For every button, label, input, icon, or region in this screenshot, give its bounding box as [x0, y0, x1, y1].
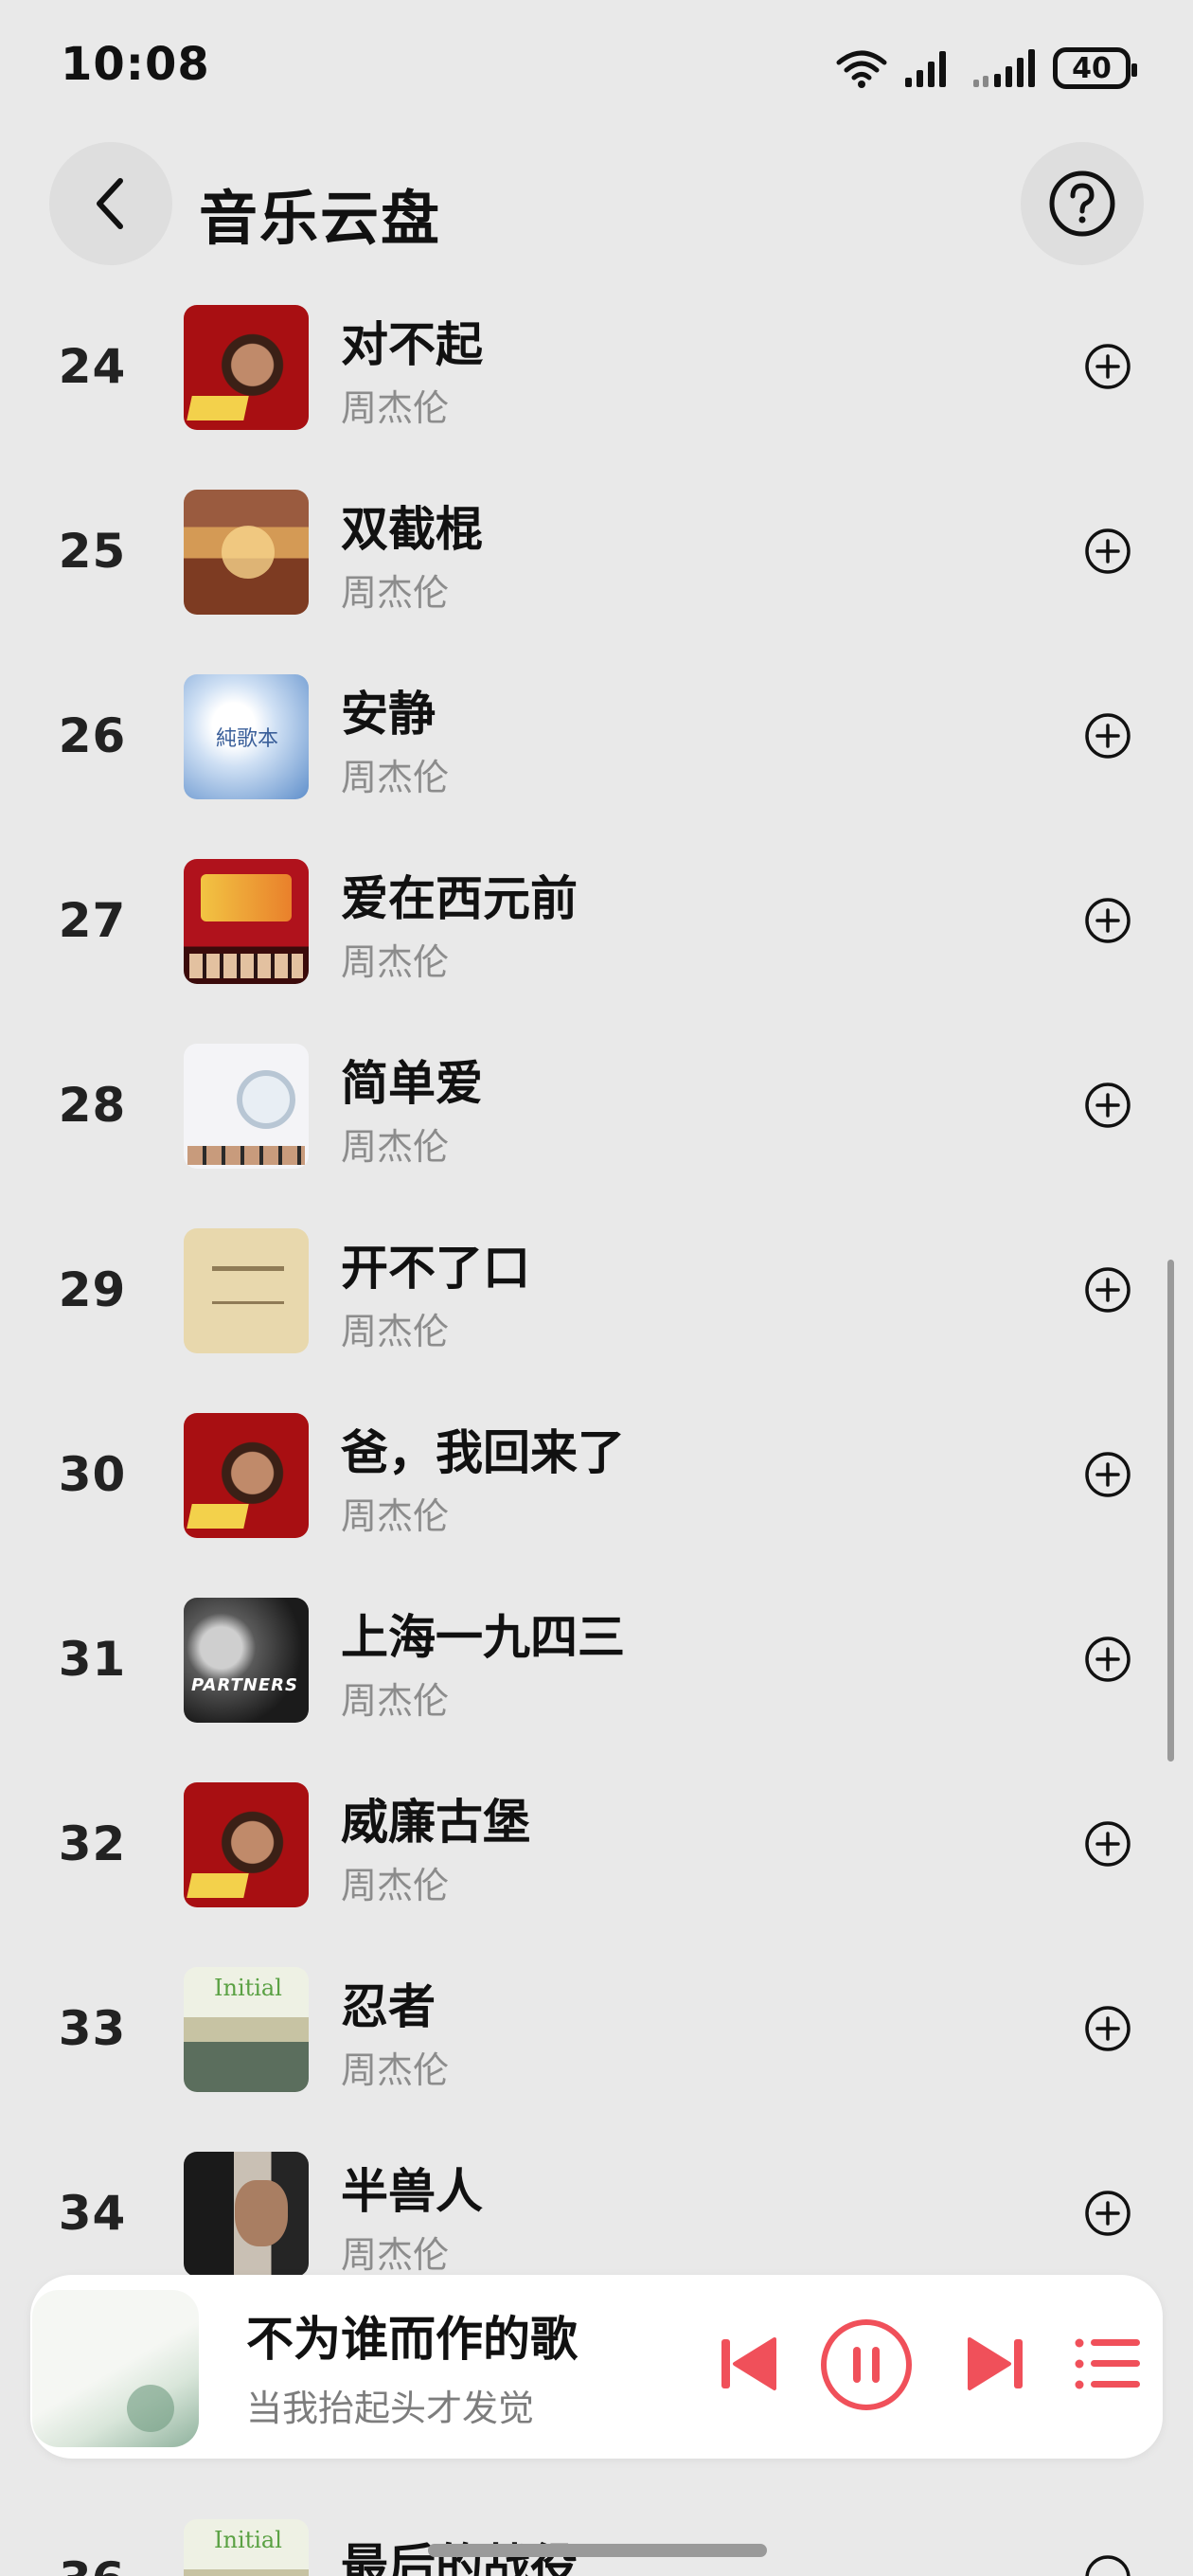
song-index: 24 [58, 339, 127, 394]
previous-track-icon[interactable] [712, 2326, 788, 2402]
signal-icon-2 [973, 49, 1035, 87]
add-circle-icon[interactable] [1083, 896, 1132, 945]
song-title: 爸，我回来了 [341, 1425, 625, 1480]
home-indicator[interactable] [428, 2544, 767, 2557]
song-title: 上海一九四三 [341, 1610, 625, 1665]
list-item[interactable]: 27 爱在西元前周杰伦 [0, 838, 1193, 1023]
album-cover: 純歌本 [184, 674, 309, 799]
now-playing-cover [32, 2290, 199, 2447]
signal-icon [905, 51, 946, 87]
add-circle-icon[interactable] [1083, 2189, 1132, 2238]
album-cover [184, 490, 309, 615]
list-item[interactable]: 25 双截棍周杰伦 [0, 469, 1193, 653]
song-artist: 周杰伦 [341, 1311, 450, 1352]
song-index: 28 [58, 1078, 127, 1133]
pause-icon[interactable] [818, 2317, 915, 2413]
album-cover [184, 1044, 309, 1169]
add-circle-icon[interactable] [1083, 1265, 1132, 1315]
song-title: 半兽人 [341, 2164, 483, 2219]
status-icons: 40 [835, 44, 1137, 93]
song-title: 简单爱 [341, 1056, 483, 1111]
list-item[interactable]: 32 威廉古堡周杰伦 [0, 1762, 1193, 1946]
battery-icon: 40 [1053, 47, 1137, 89]
list-item[interactable]: 28 简单爱周杰伦 [0, 1023, 1193, 1208]
song-artist: 周杰伦 [341, 2234, 450, 2276]
header: 音乐云盘 [0, 142, 1193, 265]
song-title: 忍者 [341, 1979, 436, 2034]
song-title: 爱在西元前 [341, 871, 578, 926]
next-track-icon[interactable] [956, 2326, 1032, 2402]
song-list: 24 对不起 周杰伦 25 双截棍 周杰伦 26 純歌本 安静 周杰伦 27 爱在西元前 周杰伦 28 简单… [0, 284, 1193, 2316]
status-time: 10:08 [61, 38, 210, 91]
song-title: 开不了口 [341, 1241, 530, 1296]
song-index: 31 [58, 1632, 127, 1687]
song-index: 34 [58, 2186, 127, 2241]
add-circle-icon[interactable] [1083, 1819, 1132, 1869]
song-index: 33 [58, 2001, 127, 2056]
now-playing-lyric: 当我抬起头才发觉 [246, 2388, 535, 2429]
list-item-peek[interactable]: 36 Initial 最后的战役 [0, 2491, 1193, 2576]
add-circle-icon[interactable] [1083, 1635, 1132, 1684]
album-cover [184, 1413, 309, 1538]
add-circle-icon[interactable] [1083, 1081, 1132, 1130]
chevron-left-icon [97, 178, 123, 229]
back-button[interactable] [49, 142, 172, 265]
song-artist: 周杰伦 [341, 2049, 450, 2091]
playlist-icon[interactable] [1070, 2326, 1146, 2402]
song-title: 安静 [341, 687, 436, 742]
add-circle-icon[interactable] [1083, 2553, 1132, 2576]
song-index: 26 [58, 708, 127, 763]
list-item[interactable]: 24 对不起周杰伦 [0, 284, 1193, 469]
song-artist: 周杰伦 [341, 1680, 450, 1722]
mini-player[interactable]: 不为谁而作的歌 当我抬起头才发觉 [30, 2275, 1163, 2459]
song-artist: 周杰伦 [341, 757, 450, 798]
scrollbar[interactable] [1167, 1260, 1174, 1762]
song-title: 威廉古堡 [341, 1795, 530, 1850]
now-playing-title: 不为谁而作的歌 [246, 2312, 578, 2367]
wifi-icon [836, 50, 887, 88]
list-item[interactable]: 33 Initial 忍者周杰伦 [0, 1946, 1193, 2131]
song-artist: 周杰伦 [341, 1865, 450, 1906]
help-button[interactable] [1021, 142, 1144, 265]
list-item[interactable]: 31 PARTNERS 上海一九四三周杰伦 [0, 1577, 1193, 1762]
battery-level: 40 [1072, 51, 1112, 85]
album-cover [184, 1228, 309, 1353]
page-title: 音乐云盘 [199, 184, 442, 253]
album-cover [184, 859, 309, 984]
album-cover: PARTNERS [184, 1598, 309, 1723]
song-artist: 周杰伦 [341, 941, 450, 983]
status-bar: 10:08 40 [0, 0, 1193, 133]
album-cover: Initial [184, 1967, 309, 2092]
song-artist: 周杰伦 [341, 1126, 450, 1168]
album-cover [184, 1782, 309, 1907]
song-artist: 周杰伦 [341, 1495, 450, 1537]
add-circle-icon[interactable] [1083, 2004, 1132, 2053]
album-cover [184, 305, 309, 430]
list-item[interactable]: 26 純歌本 安静周杰伦 [0, 653, 1193, 838]
song-artist: 周杰伦 [341, 572, 450, 614]
song-artist: 周杰伦 [341, 387, 450, 429]
song-index: 25 [58, 524, 127, 579]
song-index: 30 [58, 1447, 127, 1502]
song-title: 对不起 [341, 317, 483, 372]
help-circle-icon [1049, 170, 1115, 237]
add-circle-icon[interactable] [1083, 527, 1132, 576]
song-index: 36 [59, 2552, 125, 2576]
song-index: 32 [58, 1816, 127, 1871]
list-item[interactable]: 29 开不了口周杰伦 [0, 1208, 1193, 1392]
song-title: 双截棍 [341, 502, 483, 557]
album-cover: Initial [184, 2519, 309, 2576]
add-circle-icon[interactable] [1083, 342, 1132, 391]
add-circle-icon[interactable] [1083, 711, 1132, 760]
list-item[interactable]: 30 爸，我回来了周杰伦 [0, 1392, 1193, 1577]
song-index: 27 [58, 893, 127, 948]
add-circle-icon[interactable] [1083, 1450, 1132, 1499]
song-index: 29 [58, 1262, 127, 1317]
album-cover [184, 2152, 309, 2277]
